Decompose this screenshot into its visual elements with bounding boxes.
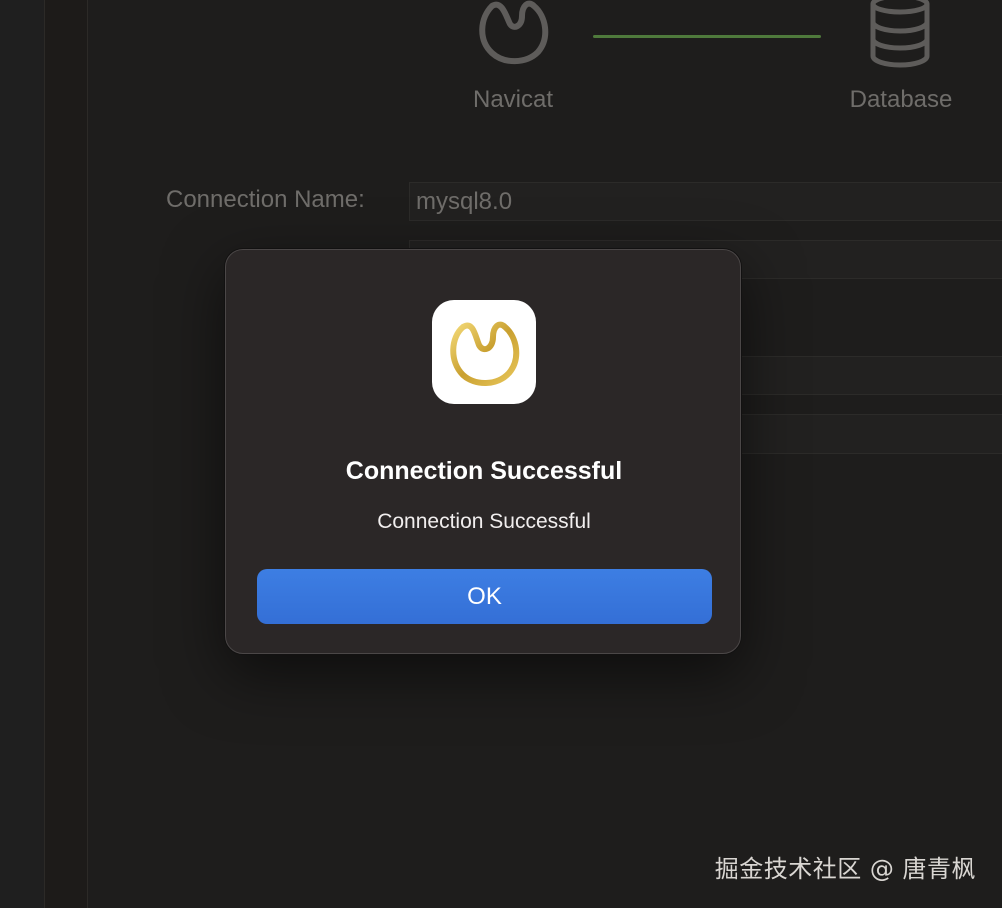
watermark-text: 掘金技术社区 @ 唐青枫 [714, 855, 976, 883]
connection-name-field[interactable]: mysql8.0 [409, 182, 1002, 221]
navicat-app-icon [432, 300, 536, 404]
window-left-edge [0, 0, 44, 908]
navicat-logo-icon [450, 321, 520, 386]
step-label-navicat: Navicat [472, 86, 554, 113]
dialog-title: Connection Successful [345, 457, 623, 485]
navicat-icon [479, 0, 549, 65]
sidebar-strip [44, 0, 88, 908]
wizard-progress-line [593, 35, 821, 38]
database-icon [870, 0, 930, 68]
dialog-message: Connection Successful [377, 510, 591, 533]
app-window: Navicat Database Connection Name: mysql8… [0, 0, 1002, 908]
connection-name-label: Connection Name: [166, 186, 365, 213]
connection-name-value: mysql8.0 [416, 188, 513, 215]
ok-button[interactable]: OK [257, 569, 712, 624]
step-label-database: Database [849, 86, 953, 113]
connection-result-dialog: Connection Successful Connection Success… [225, 249, 741, 654]
